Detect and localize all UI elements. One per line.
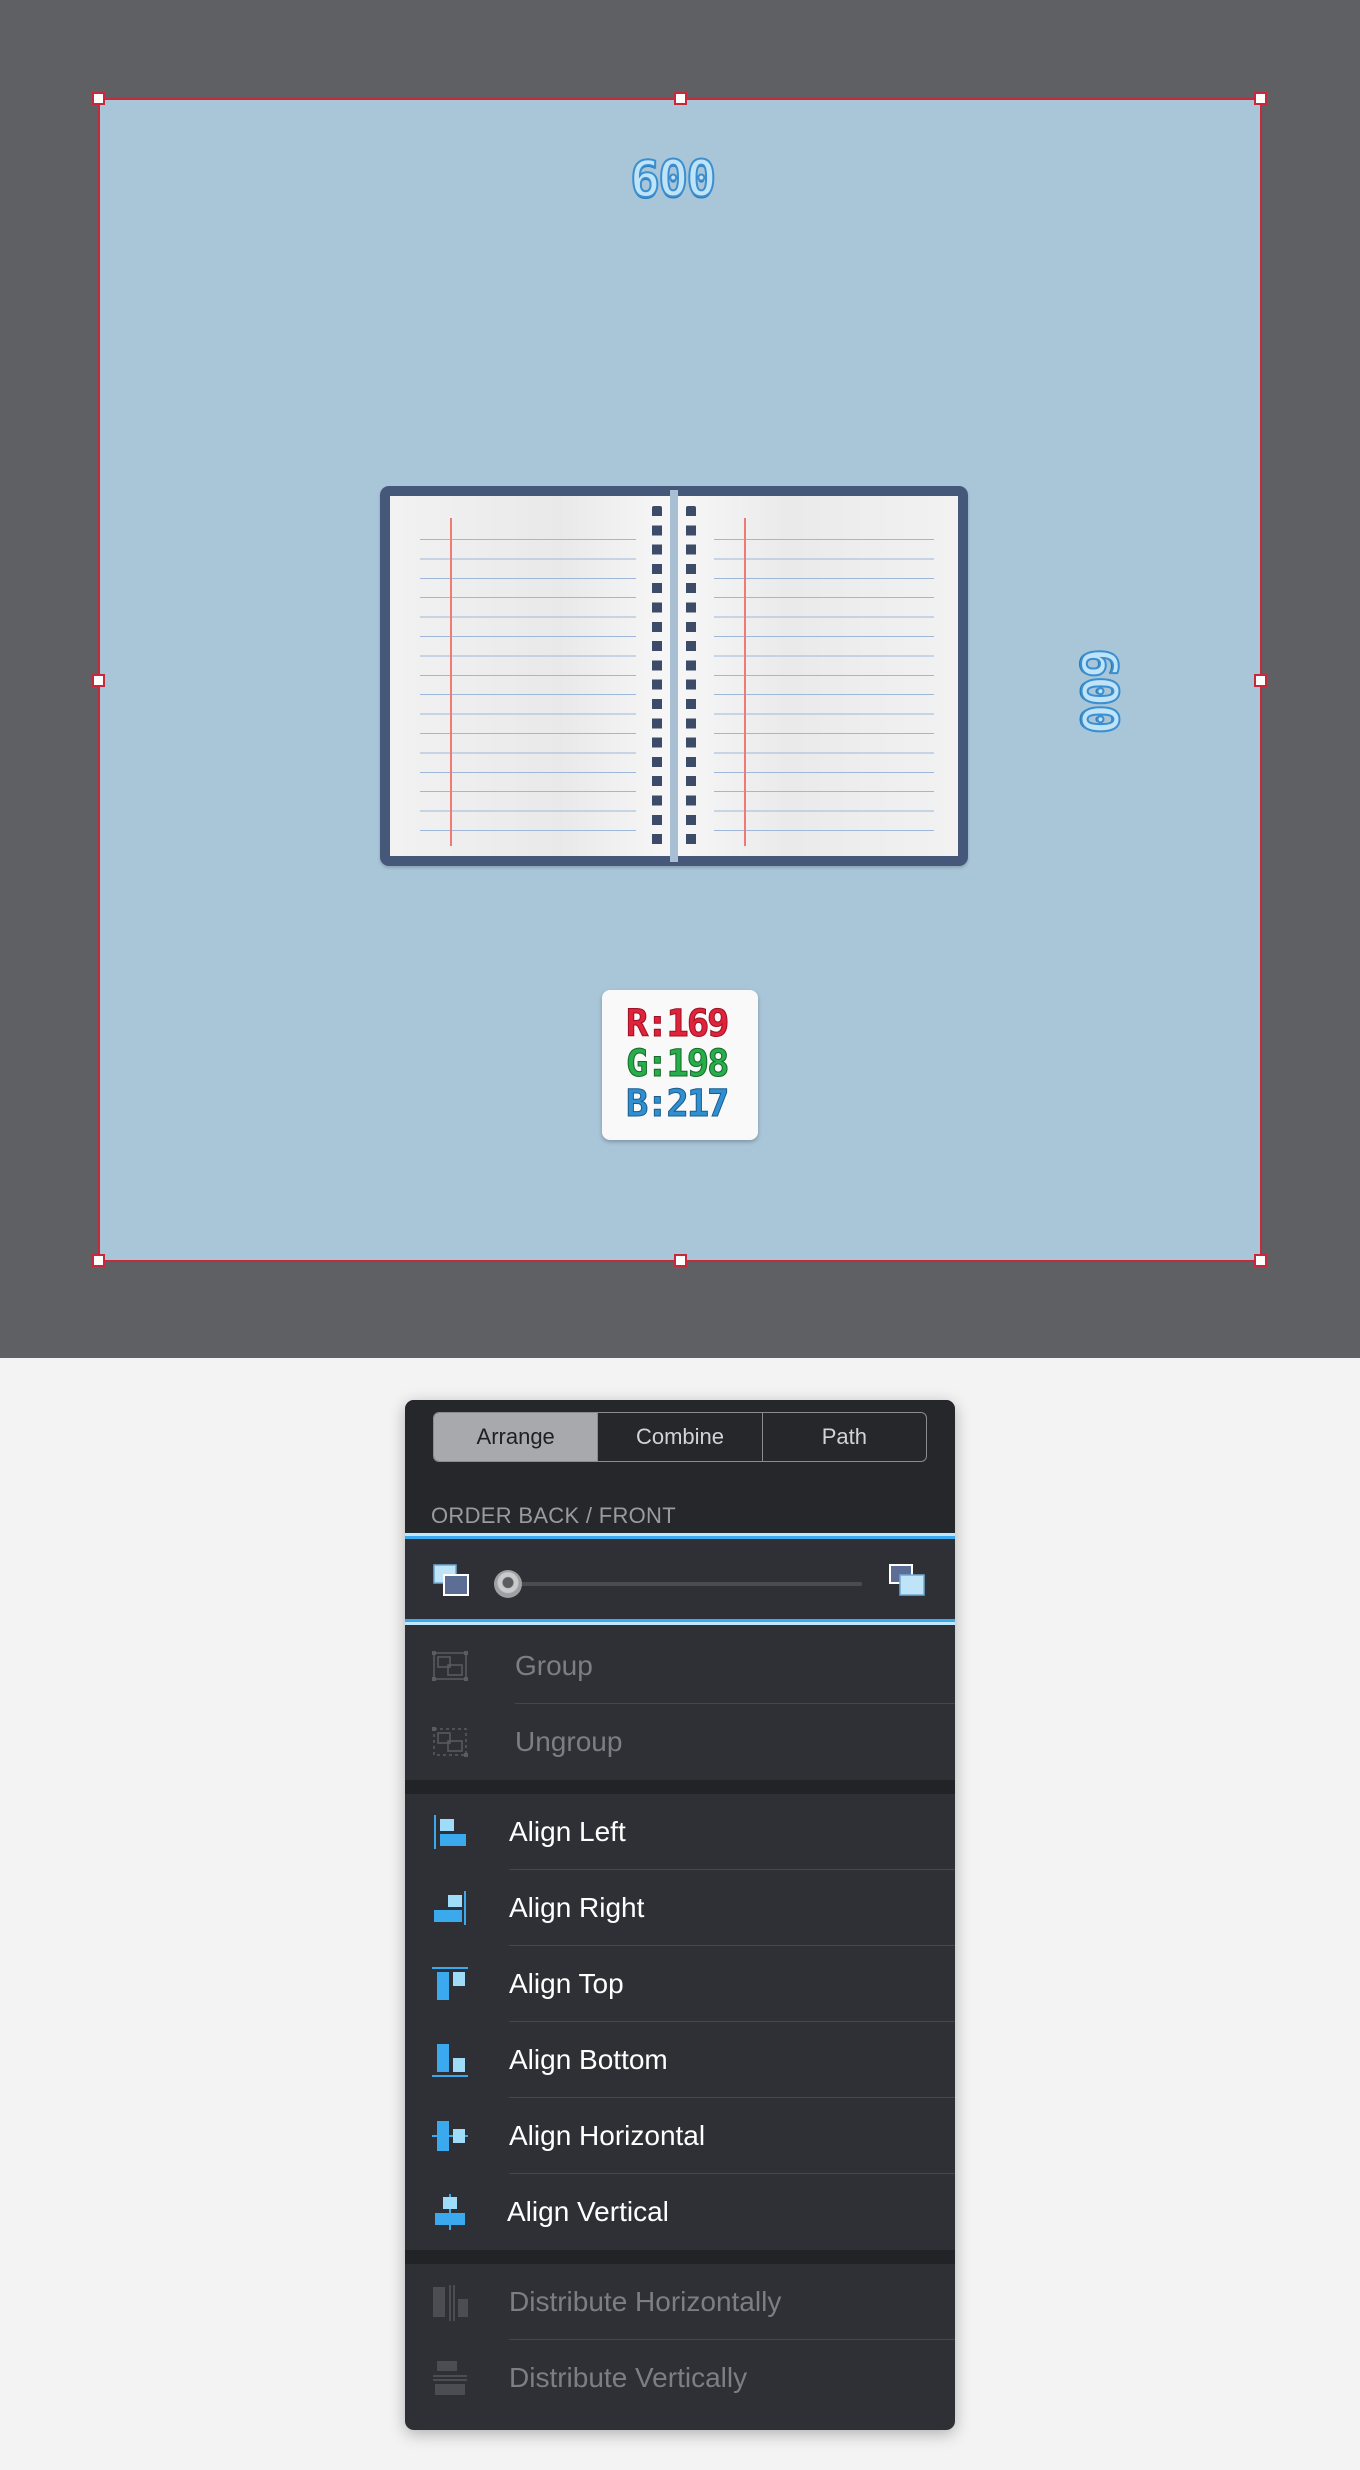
resize-handle-bottom-left[interactable] xyxy=(92,1254,105,1267)
resize-handle-bottom[interactable] xyxy=(674,1254,687,1267)
resize-handle-right[interactable] xyxy=(1254,674,1267,687)
align-vertical-label: Align Vertical xyxy=(507,2196,669,2227)
notebook-left-page xyxy=(390,496,672,856)
align-vertical-icon xyxy=(435,2194,465,2230)
rgb-color-badge: R:169 G:198 B:217 xyxy=(602,990,758,1140)
distribute-horizontally-label: Distribute Horizontally xyxy=(509,2286,782,2317)
order-section-title: ORDER BACK / FRONT xyxy=(431,1503,676,1528)
align-left-button[interactable]: Align Left xyxy=(405,1794,955,1870)
notebook-illustration[interactable] xyxy=(380,486,968,866)
rgb-red-value: R:169 xyxy=(626,1002,730,1045)
ungroup-icon xyxy=(432,1727,468,1757)
spiral-rings-left xyxy=(652,506,662,846)
align-right-button[interactable]: Align Right xyxy=(405,1870,955,1946)
resize-handle-left[interactable] xyxy=(92,674,105,687)
align-bottom-label: Align Bottom xyxy=(509,2044,668,2075)
align-top-icon xyxy=(432,1967,468,2000)
distribute-vertically-button[interactable]: Distribute Vertically xyxy=(405,2340,955,2416)
height-dimension-label: 600 xyxy=(1069,647,1129,733)
align-vertical-button[interactable]: Align Vertical xyxy=(405,2174,955,2250)
canvas-area: 600 600 R:169 G:198 B:217 xyxy=(0,0,1360,1358)
align-bottom-icon xyxy=(432,2044,468,2077)
width-dimension-label: 600 xyxy=(629,149,717,209)
align-left-label: Align Left xyxy=(509,1816,626,1847)
ruled-lines xyxy=(714,522,934,842)
ungroup-label: Ungroup xyxy=(515,1726,623,1757)
send-to-back-icon[interactable] xyxy=(432,1563,472,1599)
group-button[interactable]: Group xyxy=(405,1628,955,1704)
distribute-horizontally-icon xyxy=(433,2285,468,2321)
resize-handle-bottom-right[interactable] xyxy=(1254,1254,1267,1267)
arrange-panel: Arrange Combine Path ORDER BACK / FRONT … xyxy=(405,1400,955,2430)
align-horizontal-label: Align Horizontal xyxy=(509,2120,706,2151)
distribute-vertically-icon xyxy=(433,2361,467,2395)
align-right-icon xyxy=(434,1891,466,1925)
margin-line xyxy=(450,518,452,846)
tab-combine[interactable]: Combine xyxy=(598,1413,763,1461)
group-icon xyxy=(432,1651,468,1681)
tab-arrange[interactable]: Arrange xyxy=(434,1413,599,1461)
resize-handle-top[interactable] xyxy=(674,92,687,105)
align-horizontal-icon xyxy=(432,2121,468,2151)
tab-path[interactable]: Path xyxy=(763,1413,926,1461)
order-back-front-row xyxy=(405,1536,955,1622)
bring-to-front-icon[interactable] xyxy=(888,1563,928,1599)
notebook-spine xyxy=(670,490,678,862)
rgb-blue-value: B:217 xyxy=(626,1082,730,1125)
resize-handle-top-right[interactable] xyxy=(1254,92,1267,105)
order-slider-track[interactable] xyxy=(508,1582,862,1586)
panel-tabs: Arrange Combine Path xyxy=(433,1412,927,1462)
order-slider-knob[interactable] xyxy=(494,1570,522,1598)
align-left-icon xyxy=(434,1815,466,1849)
margin-line xyxy=(744,518,746,846)
align-top-label: Align Top xyxy=(509,1968,624,1999)
rgb-green-value: G:198 xyxy=(626,1042,730,1085)
group-label: Group xyxy=(515,1650,593,1681)
align-bottom-button[interactable]: Align Bottom xyxy=(405,2022,955,2098)
align-right-label: Align Right xyxy=(509,1892,645,1923)
ruled-lines xyxy=(420,522,636,842)
notebook-right-page xyxy=(676,496,958,856)
align-horizontal-button[interactable]: Align Horizontal xyxy=(405,2098,955,2174)
section-divider xyxy=(405,1780,955,1794)
align-top-button[interactable]: Align Top xyxy=(405,1946,955,2022)
ungroup-button[interactable]: Ungroup xyxy=(405,1704,955,1780)
distribute-horizontally-button[interactable]: Distribute Horizontally xyxy=(405,2264,955,2340)
distribute-vertically-label: Distribute Vertically xyxy=(509,2362,748,2393)
spiral-rings-right xyxy=(686,506,696,846)
section-divider xyxy=(405,2250,955,2264)
resize-handle-top-left[interactable] xyxy=(92,92,105,105)
